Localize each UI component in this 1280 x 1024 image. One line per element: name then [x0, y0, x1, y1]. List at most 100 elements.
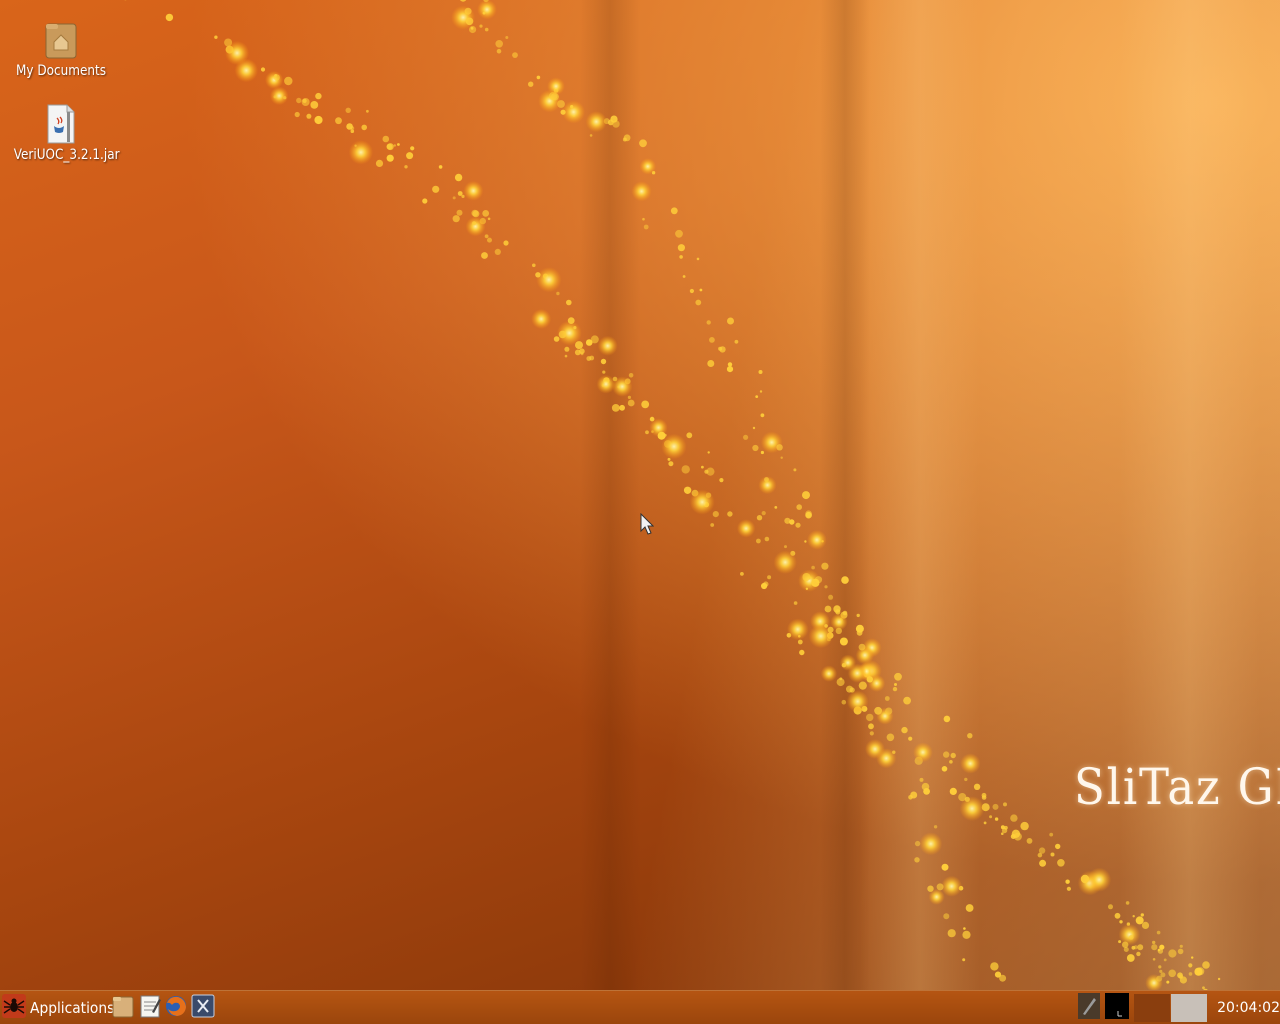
clock[interactable]: 20:04:02	[1208, 994, 1280, 1022]
sparkle	[503, 240, 509, 246]
workspace-1-button[interactable]	[1134, 994, 1170, 1022]
sparkle	[1159, 969, 1163, 974]
sparkle	[495, 40, 504, 48]
sparkle	[422, 198, 428, 204]
sparkle	[1137, 944, 1144, 951]
sparkle	[726, 366, 734, 373]
desktop[interactable]: My Documents VeriUOC_3.2.1.jar SliTaz GN	[0, 0, 1280, 1024]
sparkle	[622, 137, 627, 142]
sparkle	[1066, 886, 1071, 891]
tray-terminal-monitor[interactable]	[1105, 993, 1129, 1023]
sparkle	[1135, 916, 1144, 925]
sparkle	[858, 681, 867, 690]
sparkle	[573, 326, 577, 330]
sparkle	[1152, 940, 1156, 945]
sparkle	[596, 374, 616, 394]
sparkle	[707, 360, 715, 367]
sparkle	[1163, 958, 1167, 962]
sparkle	[841, 663, 847, 668]
sparkle	[469, 25, 477, 34]
sparkle	[1140, 913, 1145, 917]
sparkle	[602, 370, 606, 374]
sparkle	[452, 196, 456, 200]
file-manager-launcher[interactable]	[111, 994, 135, 1022]
sparkle	[566, 299, 572, 306]
sparkle	[1039, 859, 1047, 867]
sparkle	[645, 430, 649, 435]
sparkle	[689, 288, 695, 294]
sparkle	[1188, 963, 1193, 968]
workspace-2-button[interactable]	[1171, 994, 1207, 1022]
sparkle	[884, 696, 890, 701]
sparkle	[949, 787, 957, 796]
applications-menu-button[interactable]: Applications	[2, 994, 114, 1022]
sparkle	[361, 124, 368, 131]
sparkle	[553, 336, 560, 342]
sparkle	[784, 545, 787, 549]
sparkle	[1026, 838, 1033, 844]
sparkle	[1010, 834, 1016, 839]
sparkle	[707, 451, 710, 454]
sparkle	[284, 76, 293, 86]
sparkle	[752, 426, 756, 430]
sparkle	[921, 782, 930, 791]
sparkle	[269, 86, 289, 106]
sparkle	[824, 605, 832, 613]
sparkle	[805, 511, 812, 519]
tray-pen-tool[interactable]	[1078, 993, 1100, 1023]
sparkle	[643, 224, 649, 230]
terminal-monitor-icon	[1105, 993, 1129, 1023]
sparkle	[787, 618, 809, 641]
sparkle	[432, 185, 440, 193]
sparkle	[1128, 935, 1134, 940]
sparkle	[564, 346, 570, 352]
sparkle	[821, 562, 829, 570]
sparkle	[1152, 958, 1156, 961]
sparkle	[482, 210, 490, 217]
sparkle	[580, 352, 584, 356]
sparkle	[1202, 986, 1205, 990]
sparkle	[1114, 912, 1121, 919]
text-editor-launcher[interactable]	[138, 994, 162, 1022]
terminal-launcher[interactable]	[191, 994, 215, 1022]
sparkle	[460, 0, 467, 2]
terminal-icon	[191, 994, 215, 1022]
sparkle	[973, 783, 981, 790]
sparkle	[575, 341, 583, 350]
desktop-icon-jar-file[interactable]: VeriUOC_3.2.1.jar	[6, 104, 120, 164]
sparkle	[941, 875, 963, 897]
pen-tool-icon	[1078, 993, 1100, 1023]
sparkle	[535, 272, 541, 278]
sparkle	[710, 523, 715, 527]
sparkle	[260, 67, 266, 72]
sparkle	[1202, 961, 1210, 969]
sparkle	[760, 450, 765, 455]
web-browser-launcher[interactable]	[164, 994, 188, 1022]
sparkle	[547, 77, 565, 96]
sparkle	[451, 5, 476, 30]
sparkle	[463, 180, 484, 201]
sparkle	[1217, 977, 1221, 981]
sparkle	[314, 115, 323, 125]
sparkle	[456, 209, 463, 216]
sparkle	[686, 432, 693, 439]
sparkle	[560, 109, 566, 115]
sparkle	[695, 299, 702, 306]
sparkle	[1136, 951, 1141, 957]
sparkle	[833, 605, 841, 613]
sparkle	[719, 478, 724, 483]
sparkle	[936, 883, 944, 891]
sparkle	[454, 173, 463, 182]
sparkle	[839, 637, 848, 646]
sparkle	[682, 275, 686, 278]
sparkle	[346, 123, 353, 130]
sparkle	[989, 815, 993, 819]
java-jar-icon	[45, 104, 77, 144]
sparkle	[675, 229, 683, 238]
sparkle	[642, 217, 645, 221]
sparkle	[696, 257, 700, 261]
desktop-icon-my-documents[interactable]: My Documents	[6, 20, 116, 80]
sparkle	[773, 550, 797, 574]
sparkle	[375, 159, 384, 167]
sparkle	[793, 468, 797, 472]
